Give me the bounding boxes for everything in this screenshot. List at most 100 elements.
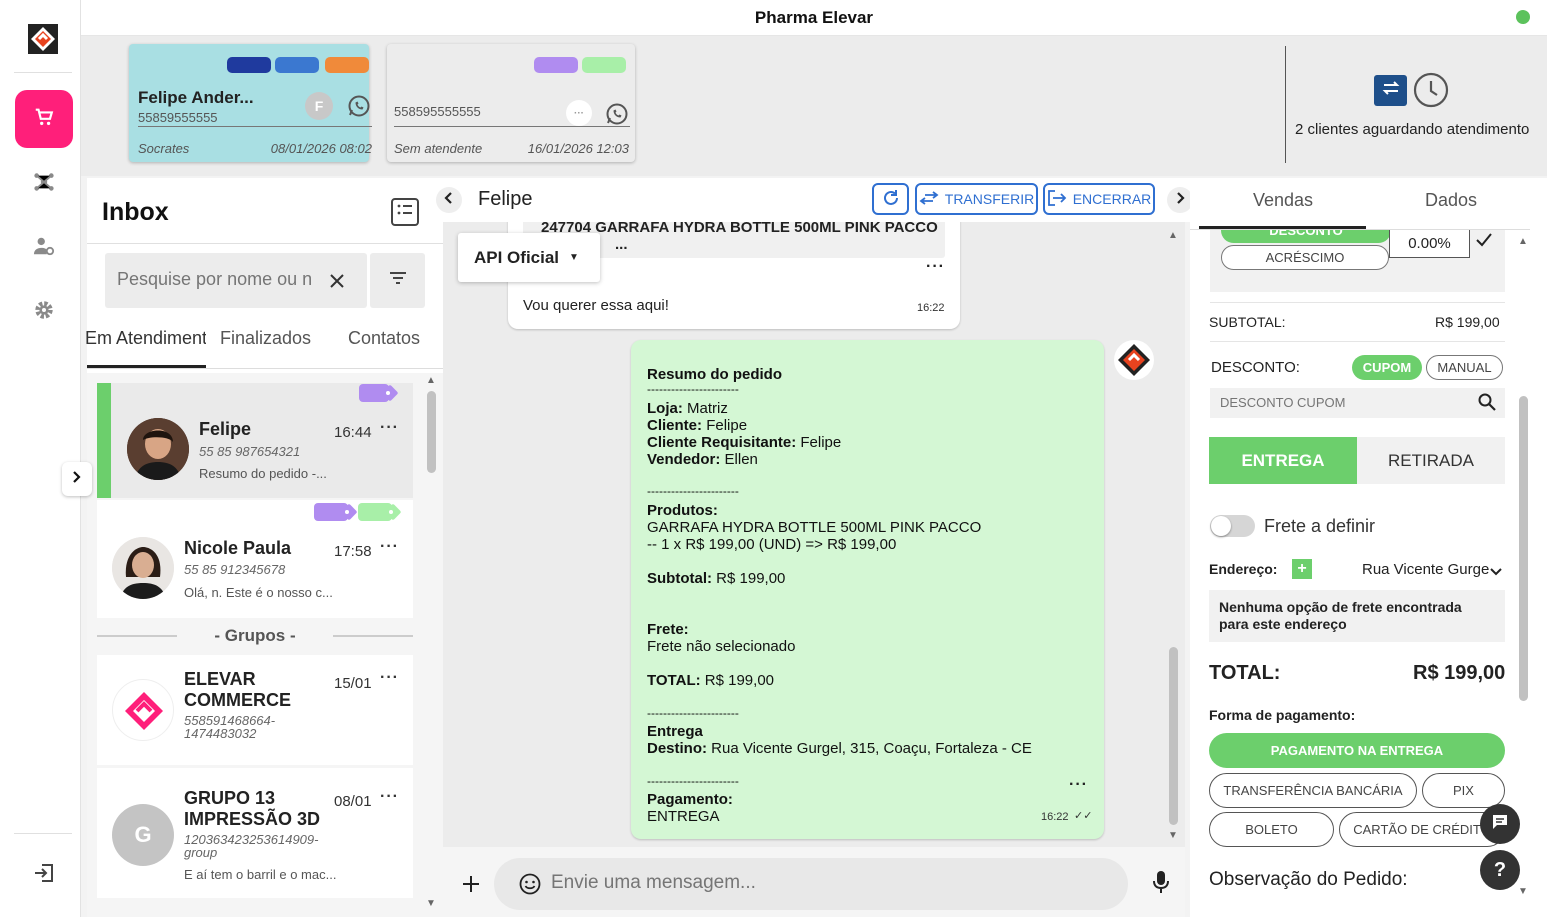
queue-card-attendant: Sem atendente — [394, 141, 483, 156]
search-box — [105, 253, 367, 308]
queue-card[interactable]: 558595555555 ··· Sem atendente 16/01/202… — [387, 44, 635, 162]
order-separator: ----------------------- — [647, 484, 739, 498]
list-item[interactable]: ELEVAR COMMERCE 558591468664-1474483032 … — [97, 655, 413, 765]
microphone-button[interactable] — [1149, 870, 1173, 899]
list-item[interactable]: G GRUPO 13 IMPRESSÃO 3D 1203634232536149… — [97, 768, 413, 898]
clear-search-icon[interactable] — [325, 269, 349, 293]
delivery-toggle[interactable]: ENTREGA — [1209, 437, 1357, 484]
boleto-button[interactable]: BOLETO — [1209, 812, 1334, 847]
chevron-down-icon — [1490, 564, 1502, 582]
more-options-icon[interactable]: ··· — [380, 669, 399, 687]
bank-transfer-button[interactable]: TRANSFERÊNCIA BANCÁRIA — [1209, 773, 1417, 808]
divider — [1210, 341, 1505, 342]
queue-bar: Felipe Ander... 55859555555 F Socrates 0… — [81, 36, 1547, 176]
api-channel-label: API Oficial — [474, 247, 560, 267]
order-product-detail: -- 1 x R$ 199,00 (UND) => R$ 199,00 — [647, 536, 897, 553]
order-notes-label: Observação do Pedido: — [1209, 869, 1408, 890]
message-time: 16:22 — [917, 302, 945, 314]
conversation-phone: 558591468664-1474483032 — [184, 713, 276, 741]
filter-button[interactable] — [370, 253, 425, 308]
chat-scrollbar[interactable] — [1169, 647, 1178, 825]
transfer-queue-button[interactable] — [1374, 75, 1407, 106]
more-options-icon[interactable]: ··· — [380, 538, 399, 556]
transfer-icon — [919, 190, 939, 208]
collapse-inbox-button[interactable] — [436, 187, 462, 213]
microphone-icon — [1153, 870, 1169, 899]
tab-vendas[interactable]: Vendas — [1253, 190, 1313, 211]
scroll-up-icon[interactable]: ▲ — [426, 375, 436, 386]
total-value: R$ 199,00 — [1413, 662, 1506, 684]
manual-pill[interactable]: MANUAL — [1426, 355, 1503, 380]
connection-status-dot — [1516, 10, 1530, 24]
freight-switch[interactable] — [1210, 515, 1255, 537]
queue-tag — [582, 57, 626, 73]
scroll-down-icon[interactable]: ▼ — [426, 898, 436, 909]
list-item[interactable]: Nicole Paula 55 85 912345678 Olá, n. Est… — [97, 500, 413, 618]
conversation-tag — [358, 503, 393, 521]
more-options-icon[interactable]: ··· — [380, 419, 399, 437]
question-icon: ? — [1493, 858, 1507, 881]
more-options-icon[interactable]: ··· — [380, 788, 399, 806]
pickup-toggle[interactable]: RETIRADA — [1357, 437, 1505, 484]
order-products-label: Produtos: — [647, 502, 718, 519]
inbox-header-divider — [87, 243, 443, 244]
order-product-line: GARRAFA HYDRA BOTTLE 500ML PINK PACCO — [647, 519, 982, 536]
swap-arrows-icon — [1381, 79, 1401, 102]
emoji-icon[interactable] — [518, 872, 542, 896]
scroll-down-icon[interactable]: ▼ — [1168, 830, 1178, 841]
discount-pill[interactable]: DESCONTO — [1221, 230, 1391, 243]
scroll-up-icon[interactable]: ▲ — [1518, 236, 1528, 247]
conversation-tag — [359, 384, 390, 402]
percent-input[interactable]: 0.00% — [1389, 230, 1470, 258]
check-icon[interactable] — [1475, 232, 1493, 253]
queue-card[interactable]: Felipe Ander... 55859555555 F Socrates 0… — [129, 44, 372, 162]
plus-icon — [462, 875, 480, 898]
help-button[interactable]: ? — [1480, 850, 1520, 890]
inbox-scrollbar[interactable] — [427, 391, 436, 473]
search-icon[interactable] — [1478, 393, 1496, 416]
network-nav-button[interactable] — [22, 162, 66, 206]
coupon-input[interactable] — [1220, 395, 1460, 410]
order-subtotal: Subtotal: R$ 199,00 — [647, 570, 786, 587]
attach-button[interactable] — [459, 874, 483, 898]
scroll-up-icon[interactable]: ▲ — [1168, 230, 1178, 241]
cart-nav-button[interactable] — [15, 90, 73, 148]
search-input[interactable] — [117, 269, 317, 290]
transfer-button[interactable]: TRANSFERIR — [915, 183, 1038, 215]
scroll-down-icon[interactable]: ▼ — [1518, 886, 1528, 897]
refresh-button[interactable] — [872, 183, 909, 215]
order-heading: Resumo do pedido — [647, 366, 782, 383]
message-options-icon[interactable]: ··· — [926, 258, 945, 276]
settings-nav-button[interactable] — [22, 290, 66, 334]
order-summary-message: Resumo do pedido -----------------------… — [631, 340, 1104, 839]
add-address-button[interactable]: + — [1292, 559, 1312, 579]
expand-sidebar-button[interactable] — [62, 462, 92, 496]
message-input[interactable] — [551, 872, 1051, 894]
inbox-layout-button[interactable] — [391, 198, 419, 226]
order-delivery-label: Entrega — [647, 723, 703, 740]
address-select[interactable]: Rua Vicente Gurgel — [1362, 561, 1490, 578]
clock-icon — [1413, 72, 1449, 112]
coupon-pill[interactable]: CUPOM — [1352, 355, 1422, 380]
list-icon — [397, 203, 413, 222]
tab-dados[interactable]: Dados — [1425, 190, 1477, 211]
chat-contact-name: Felipe — [478, 188, 533, 210]
history-button[interactable] — [1413, 72, 1449, 108]
logout-button[interactable] — [22, 853, 66, 897]
tab-em-atendimento[interactable]: Em Atendimento — [85, 328, 206, 349]
pix-button[interactable]: PIX — [1422, 773, 1505, 808]
close-chat-button[interactable]: ENCERRAR — [1043, 183, 1155, 215]
addition-pill[interactable]: ACRÉSCIMO — [1221, 245, 1389, 270]
queue-tag — [227, 57, 271, 73]
freight-toggle-label: Frete a definir — [1264, 516, 1376, 536]
chat-support-button[interactable] — [1480, 804, 1520, 844]
api-channel-select[interactable]: API Oficial ▼ — [458, 233, 600, 282]
users-settings-nav-button[interactable] — [22, 226, 66, 270]
tab-contatos[interactable]: Contatos — [348, 328, 420, 349]
payment-on-delivery-button[interactable]: PAGAMENTO NA ENTREGA — [1209, 733, 1505, 768]
message-options-icon[interactable]: ··· — [1069, 776, 1088, 794]
sales-scrollbar[interactable] — [1519, 396, 1528, 701]
queue-tag — [275, 57, 319, 73]
list-item[interactable]: Felipe 55 85 987654321 Resumo do pedido … — [97, 383, 413, 498]
tab-finalizados[interactable]: Finalizados — [220, 328, 311, 349]
